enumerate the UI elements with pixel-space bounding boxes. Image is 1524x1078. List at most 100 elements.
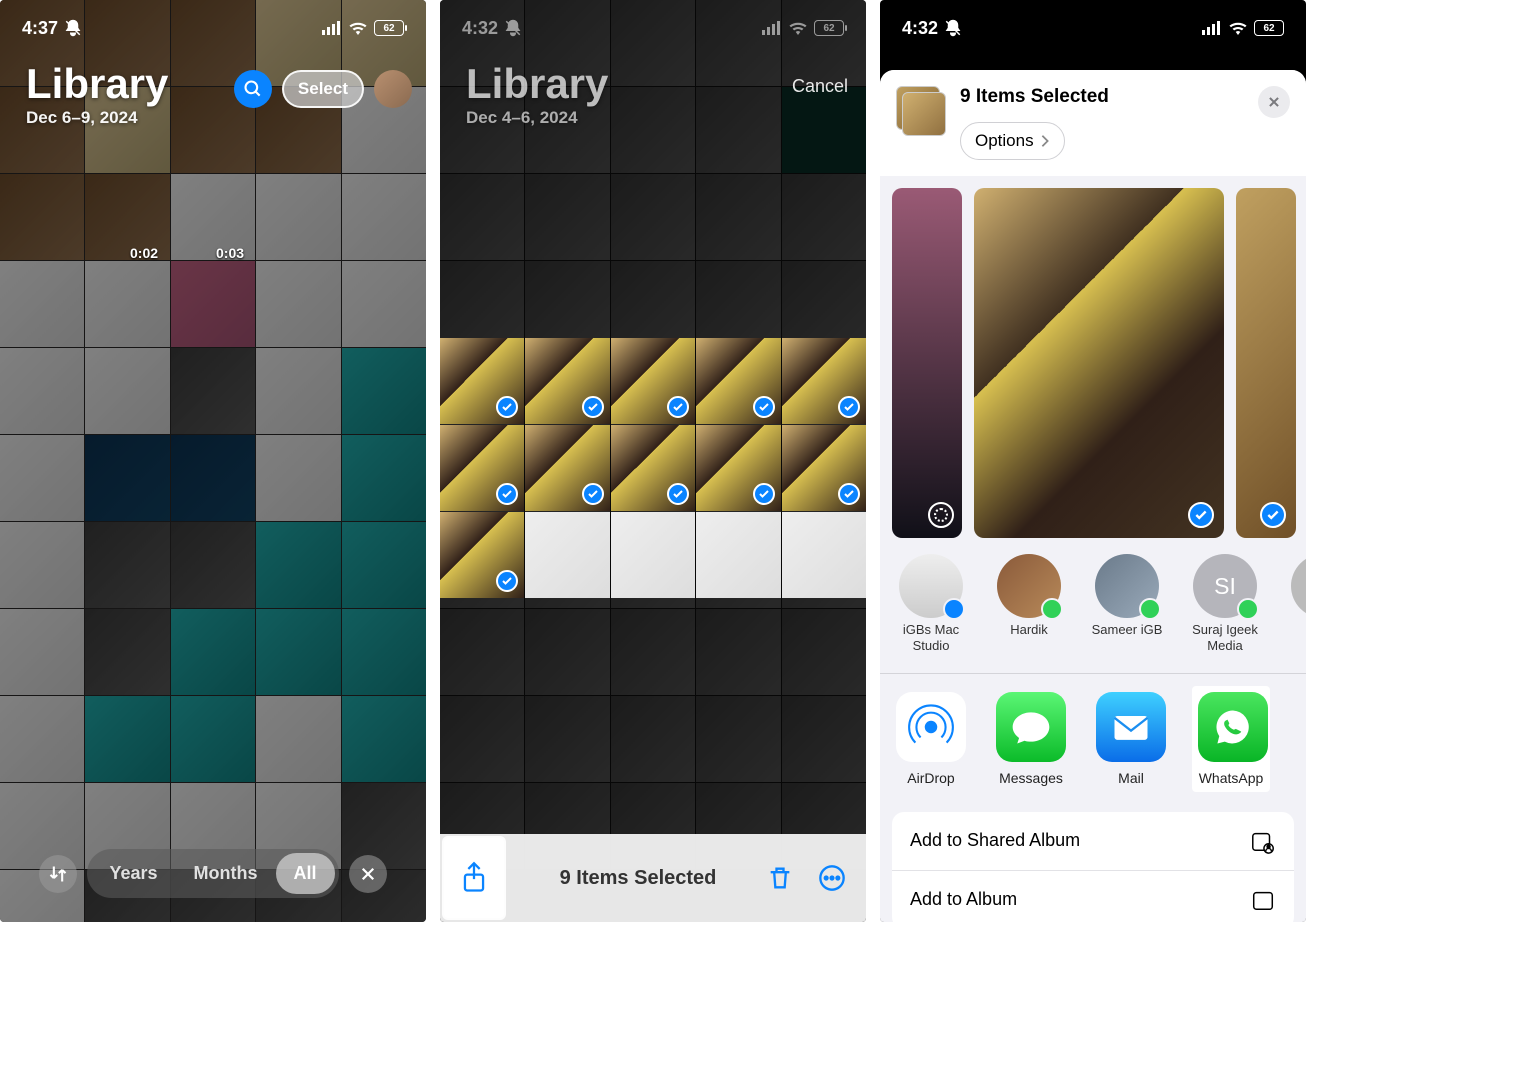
share-header: 9 Items Selected Options — [880, 70, 1306, 176]
segment-years[interactable]: Years — [91, 853, 175, 894]
shared-album-icon — [1250, 828, 1276, 854]
selected-photos-grid[interactable] — [440, 338, 866, 598]
video-duration: 0:03 — [216, 245, 244, 261]
sort-icon — [48, 864, 68, 884]
photo-thumb[interactable] — [782, 512, 866, 598]
photo-thumb[interactable] — [611, 338, 695, 424]
search-button[interactable] — [234, 70, 272, 108]
options-button[interactable]: Options — [960, 122, 1065, 160]
selection-count: 9 Items Selected — [560, 867, 717, 890]
photo-thumb[interactable] — [525, 512, 609, 598]
check-icon — [838, 483, 860, 505]
preview-item[interactable] — [974, 188, 1224, 538]
app-label: Messages — [992, 770, 1070, 786]
library-header: Library Dec 4–6, 2024 — [466, 60, 608, 128]
action-add-shared-album[interactable]: Add to Shared Album — [892, 812, 1294, 871]
contact-name: Suraj Igeek Media — [1186, 622, 1264, 655]
share-sheet: 9 Items Selected Options iGBs Mac Studio — [880, 70, 1306, 922]
check-icon — [496, 483, 518, 505]
screenshot-share-sheet: 4:32 62 9 Items Selected Options — [880, 0, 1306, 922]
photo-thumb[interactable] — [440, 338, 524, 424]
app-messages[interactable]: Messages — [992, 692, 1070, 792]
sort-button[interactable] — [39, 855, 77, 893]
segment-months[interactable]: Months — [176, 853, 276, 894]
preview-item[interactable] — [892, 188, 962, 538]
share-contact[interactable]: Hardik — [990, 554, 1068, 655]
bell-slash-icon — [944, 19, 962, 37]
cellular-icon — [762, 21, 782, 35]
app-label: Mail — [1092, 770, 1170, 786]
page-title: Library — [466, 60, 608, 108]
photo-thumb[interactable] — [611, 512, 695, 598]
cancel-button[interactable]: Cancel — [792, 76, 848, 97]
messages-badge-icon — [1139, 598, 1161, 620]
photo-thumb[interactable] — [696, 425, 780, 511]
share-contact[interactable]: Sameer iGB — [1088, 554, 1166, 655]
cellular-icon — [1202, 21, 1222, 35]
wifi-icon — [788, 21, 808, 35]
app-mail[interactable]: Mail — [1092, 692, 1170, 792]
more-icon[interactable] — [818, 864, 846, 892]
check-icon — [496, 396, 518, 418]
share-contact[interactable]: SI Suraj Igeek Media — [1186, 554, 1264, 655]
profile-avatar[interactable] — [374, 70, 412, 108]
share-contacts-row[interactable]: iGBs Mac Studio Hardik Sameer iGB SI Sur… — [880, 550, 1306, 673]
photo-thumb[interactable] — [696, 512, 780, 598]
check-icon — [496, 570, 518, 592]
photo-grid[interactable] — [0, 0, 426, 922]
segment-all[interactable]: All — [276, 853, 335, 894]
select-button[interactable]: Select — [282, 70, 364, 108]
battery-icon: 62 — [374, 20, 404, 36]
mail-icon — [1096, 692, 1166, 762]
action-label: Add to Shared Album — [910, 830, 1080, 851]
photo-thumb[interactable] — [440, 425, 524, 511]
share-previews[interactable] — [880, 176, 1306, 550]
close-filter-button[interactable] — [349, 855, 387, 893]
share-apps-row[interactable]: AirDrop Messages Mail WhatsApp — [880, 673, 1306, 812]
photo-thumb[interactable] — [611, 425, 695, 511]
check-icon — [753, 396, 775, 418]
avatar — [1095, 554, 1159, 618]
page-title: Library — [26, 60, 168, 108]
screenshot-photos-select: 4:32 62 Library Dec 4–6, 2024 Cancel 9 I… — [440, 0, 866, 922]
check-icon — [667, 396, 689, 418]
share-button[interactable] — [444, 838, 504, 918]
contact-name: iGBs Mac Studio — [892, 622, 970, 655]
contact-name: Sameer iGB — [1088, 622, 1166, 638]
share-contact[interactable]: iGBs Mac Studio — [892, 554, 970, 655]
check-icon — [1260, 502, 1286, 528]
action-add-album[interactable]: Add to Album — [892, 871, 1294, 923]
share-icon — [459, 861, 489, 895]
photo-thumb[interactable] — [525, 338, 609, 424]
check-icon — [582, 483, 604, 505]
close-button[interactable] — [1258, 86, 1290, 118]
share-contact[interactable]: P — [1284, 554, 1306, 655]
wifi-icon — [1228, 21, 1248, 35]
status-bar: 4:32 62 — [880, 0, 1306, 50]
battery-icon: 62 — [814, 20, 844, 36]
trash-icon[interactable] — [766, 864, 794, 892]
album-icon — [1250, 887, 1276, 913]
messages-badge-icon — [1041, 598, 1063, 620]
status-bar: 4:32 62 — [440, 0, 866, 50]
photo-thumb[interactable] — [782, 425, 866, 511]
app-airdrop[interactable]: AirDrop — [892, 692, 970, 792]
photo-thumb[interactable] — [525, 425, 609, 511]
photo-thumb[interactable] — [440, 512, 524, 598]
app-whatsapp[interactable]: WhatsApp — [1192, 686, 1270, 792]
photo-thumb[interactable] — [696, 338, 780, 424]
date-range: Dec 4–6, 2024 — [466, 108, 608, 128]
share-actions-list: Add to Shared Album Add to Album — [892, 812, 1294, 923]
selection-thumbnail-stack — [896, 86, 946, 136]
status-time: 4:37 — [22, 18, 58, 39]
photo-thumb[interactable] — [782, 338, 866, 424]
battery-icon: 62 — [1254, 20, 1284, 36]
avatar — [1291, 554, 1306, 618]
messages-badge-icon — [1237, 598, 1259, 620]
time-filter-segment: Years Months All — [87, 849, 338, 898]
live-photo-icon — [928, 502, 954, 528]
preview-item[interactable] — [1236, 188, 1296, 538]
chevron-right-icon — [1040, 134, 1050, 148]
close-icon — [359, 865, 377, 883]
airdrop-icon — [896, 692, 966, 762]
